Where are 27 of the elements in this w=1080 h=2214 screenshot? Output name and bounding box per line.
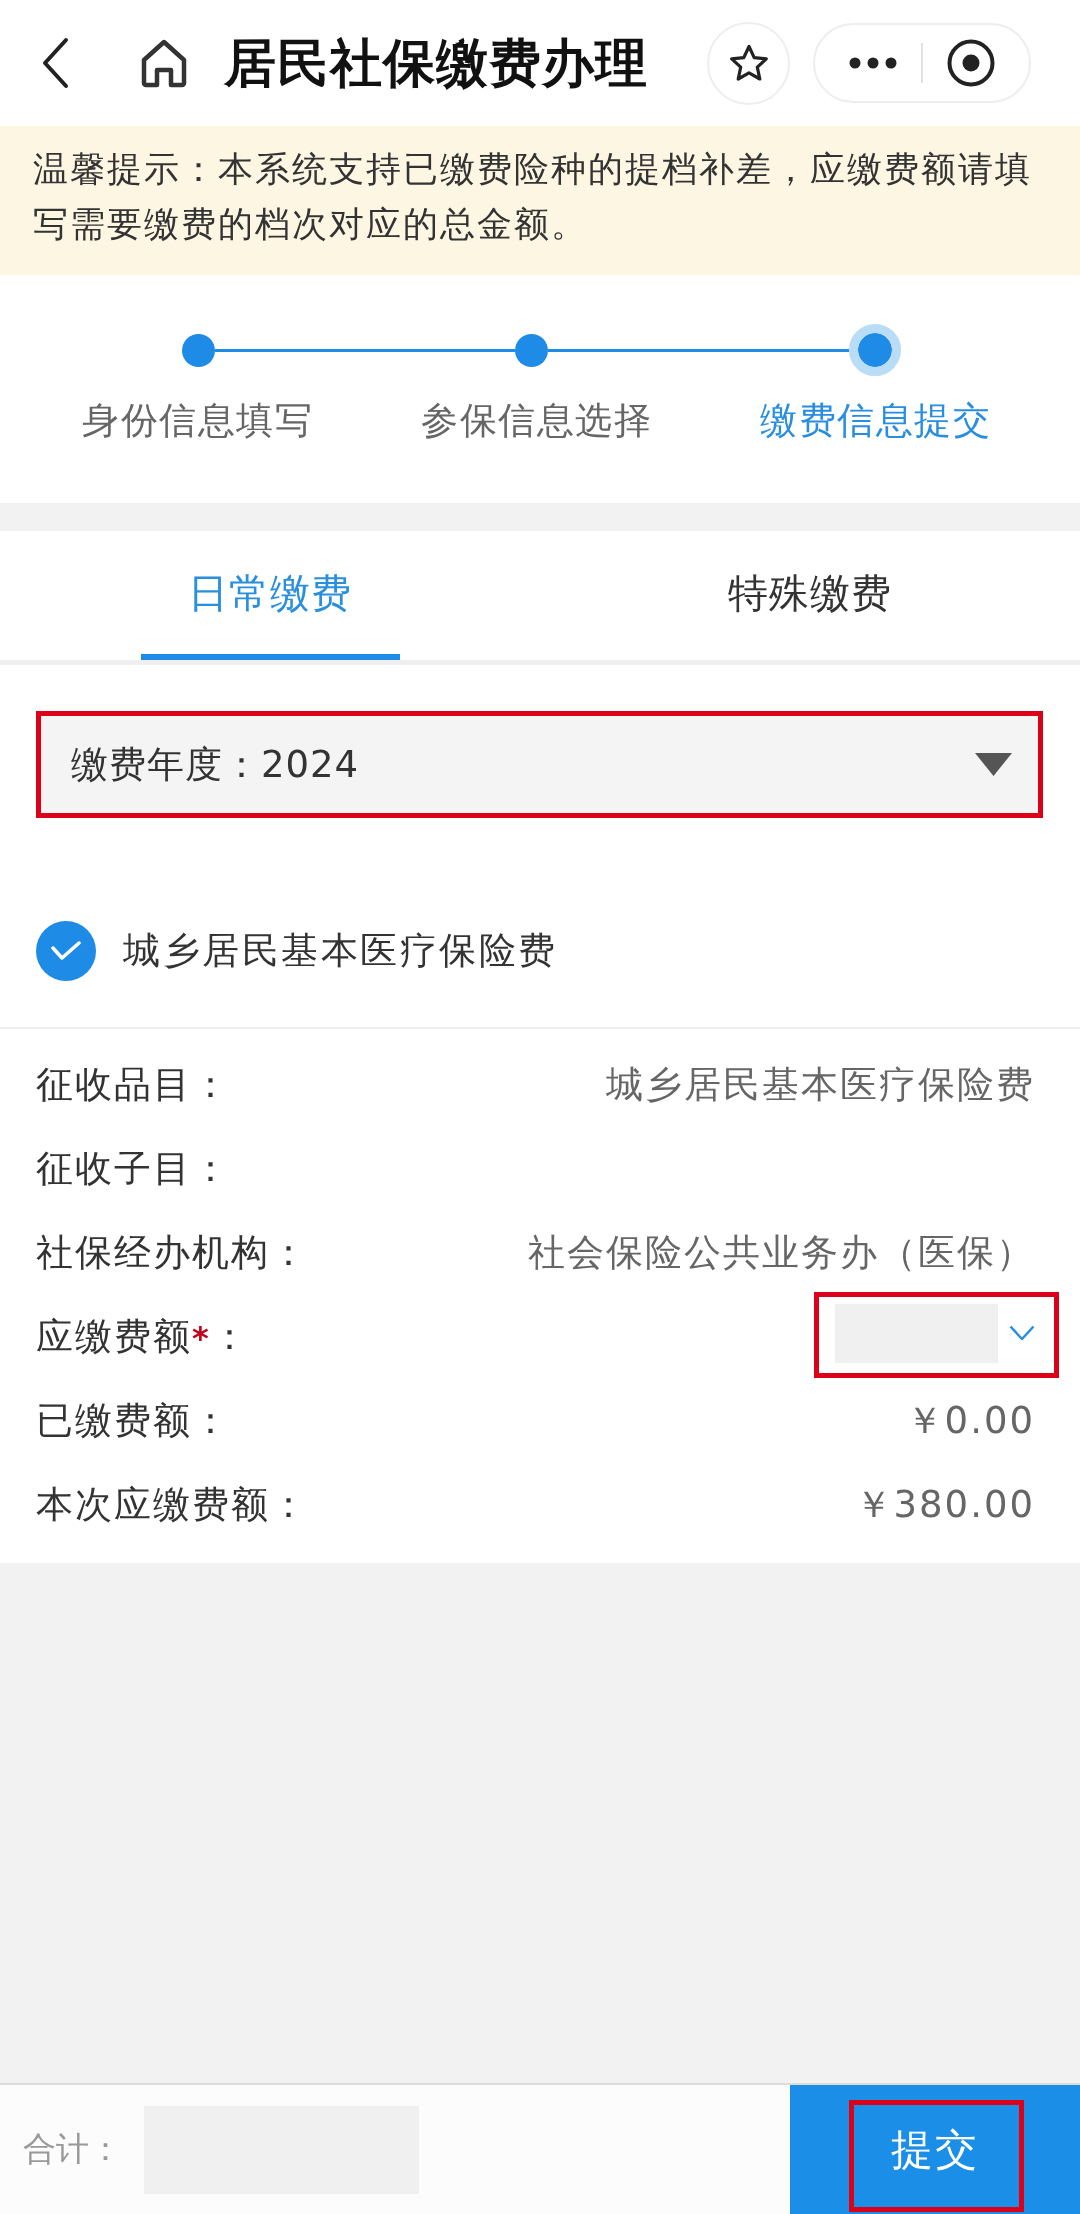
field-label: 征收品目： <box>36 1062 231 1108</box>
field-label: 应缴费额*： <box>36 1314 250 1360</box>
target-icon[interactable] <box>947 39 995 87</box>
field-label: 征收子目： <box>36 1146 231 1192</box>
field-label: 已缴费额： <box>36 1398 231 1444</box>
total-label: 合计： <box>23 2128 122 2170</box>
step-label: 缴费信息提交 <box>760 399 991 443</box>
field-label: 社保经办机构： <box>36 1230 309 1276</box>
caret-down-icon <box>975 753 1012 776</box>
checkbox-label: 城乡居民基本医疗保险费 <box>123 928 558 974</box>
field-value: 社会保险公共业务办（医保） <box>528 1230 1035 1276</box>
field-value: 城乡居民基本医疗保险费 <box>606 1062 1035 1108</box>
checkbox[interactable] <box>36 921 96 981</box>
check-icon <box>51 941 81 961</box>
more-icon[interactable] <box>849 57 897 69</box>
field-value: ￥0.00 <box>905 1398 1035 1444</box>
home-icon[interactable] <box>140 38 188 88</box>
back-icon[interactable] <box>41 37 69 89</box>
year-select[interactable]: 缴费年度：2024 <box>36 711 1043 818</box>
chevron-down-icon[interactable] <box>1009 1325 1035 1341</box>
page-title: 居民社保缴费办理 <box>224 32 649 95</box>
field-value: ￥380.00 <box>854 1482 1035 1528</box>
field-label: 本次应缴费额： <box>36 1482 309 1528</box>
star-icon <box>728 44 769 82</box>
notice-text: 温馨提示：本系统支持已缴费险种的提档补差，应缴费额请填写需要缴费的档次对应的总金额。 <box>33 148 1033 246</box>
step-label: 身份信息填写 <box>82 399 313 443</box>
step-label: 参保信息选择 <box>421 399 652 443</box>
